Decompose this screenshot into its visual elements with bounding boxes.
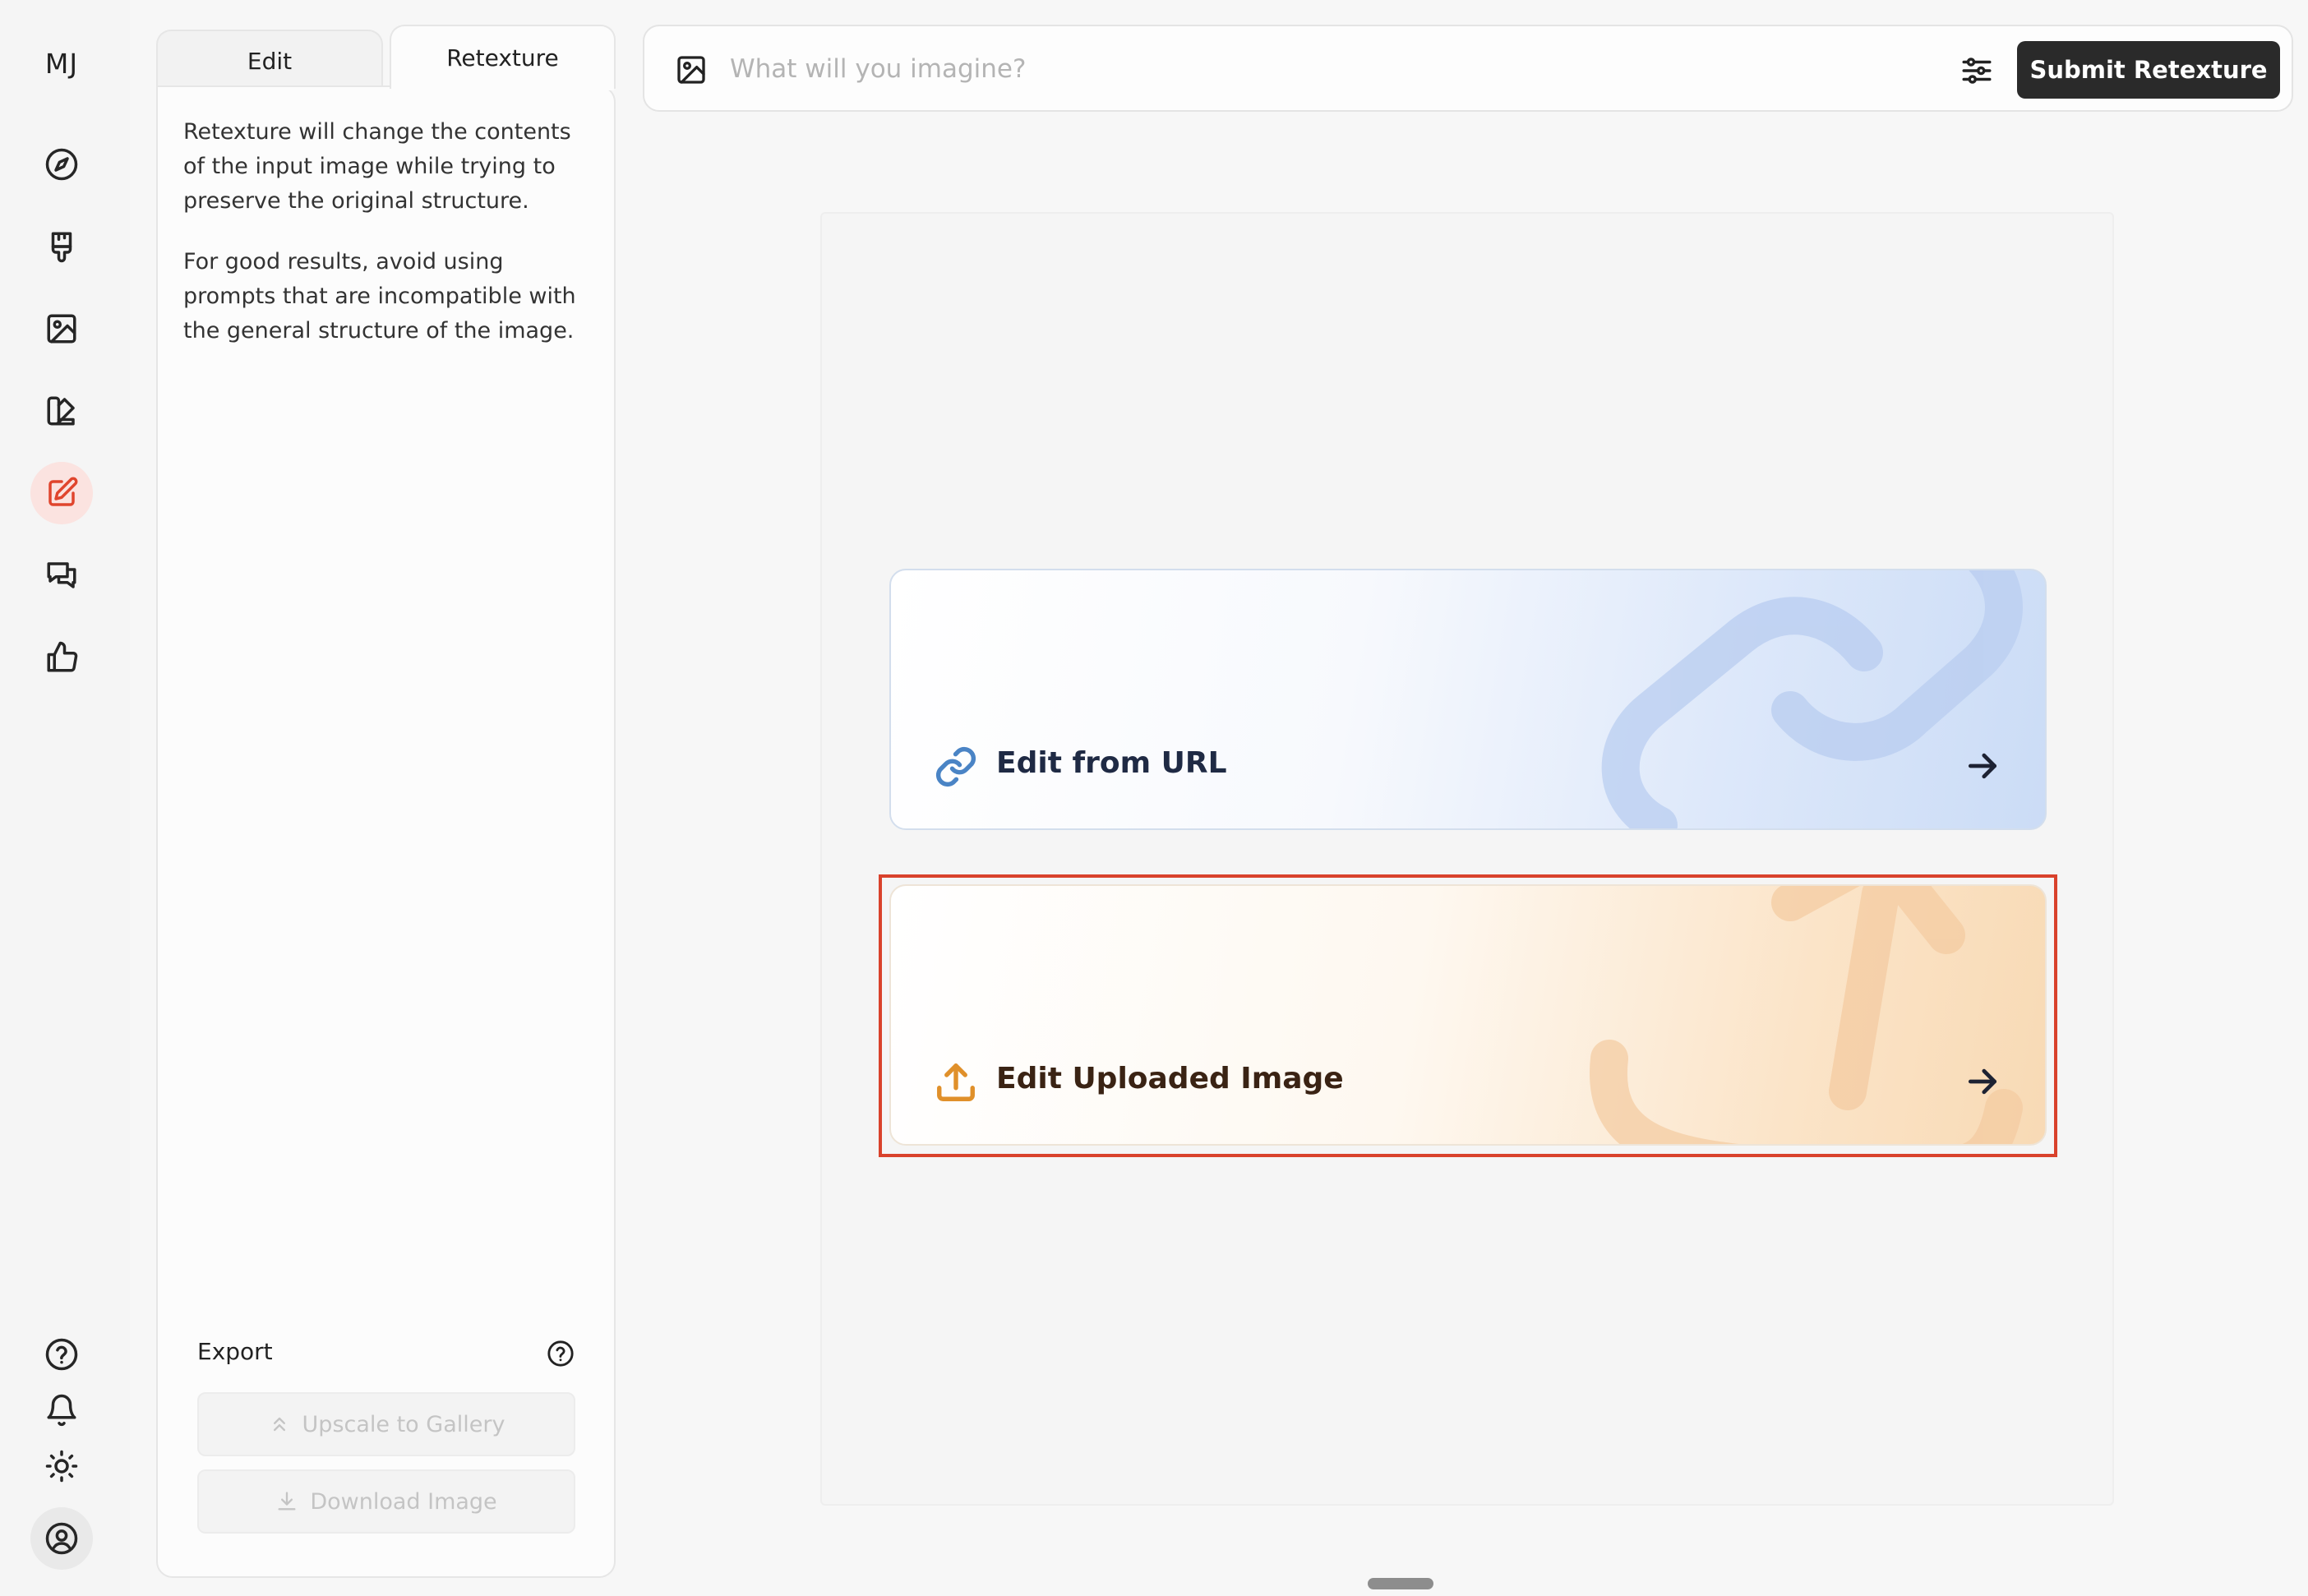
help-icon[interactable] bbox=[30, 1323, 93, 1386]
upload-decoration bbox=[1589, 886, 2023, 1144]
upscale-label: Upscale to Gallery bbox=[302, 1411, 505, 1437]
add-image-icon[interactable] bbox=[675, 53, 708, 86]
edit-uploaded-image-card[interactable]: Edit Uploaded Image bbox=[889, 884, 2047, 1146]
upload-icon bbox=[934, 1060, 978, 1105]
left-rail: MJ bbox=[0, 0, 130, 1596]
chat-bubbles-icon[interactable] bbox=[30, 544, 93, 607]
settings-sliders-icon[interactable] bbox=[1959, 53, 1994, 88]
download-image-button[interactable]: Download Image bbox=[197, 1469, 575, 1534]
upscale-to-gallery-button[interactable]: Upscale to Gallery bbox=[197, 1392, 575, 1456]
app-logo[interactable]: MJ bbox=[0, 48, 123, 80]
edit-uploaded-image-label: Edit Uploaded Image bbox=[996, 1062, 1344, 1096]
export-label: Export bbox=[197, 1338, 273, 1365]
double-chevron-up-icon bbox=[273, 1417, 285, 1432]
edit-icon[interactable] bbox=[30, 462, 93, 524]
paintbrush-icon[interactable] bbox=[30, 215, 93, 278]
arrow-right-icon bbox=[1964, 1063, 2001, 1100]
download-label: Download Image bbox=[310, 1488, 497, 1515]
image-icon[interactable] bbox=[30, 298, 93, 360]
download-icon bbox=[278, 1492, 296, 1511]
export-help-icon[interactable] bbox=[547, 1340, 575, 1368]
tab-edit[interactable]: Edit bbox=[156, 30, 383, 90]
palette-icon[interactable] bbox=[30, 380, 93, 442]
arrow-right-icon bbox=[1964, 748, 2001, 784]
tab-connector bbox=[391, 82, 614, 90]
sun-icon[interactable] bbox=[30, 1435, 93, 1497]
canvas-area bbox=[820, 212, 2114, 1506]
retexture-description: Retexture will change the contents of th… bbox=[183, 119, 571, 214]
link-decoration bbox=[1601, 570, 2023, 828]
prompt-bar: Submit Retexture bbox=[643, 25, 2293, 112]
edit-from-url-label: Edit from URL bbox=[996, 746, 1227, 780]
prompt-input[interactable] bbox=[730, 48, 1716, 90]
link-icon bbox=[934, 745, 978, 789]
thumbs-up-icon[interactable] bbox=[30, 626, 93, 689]
bell-icon[interactable] bbox=[30, 1379, 93, 1441]
retexture-tip: For good results, avoid using prompts th… bbox=[183, 249, 576, 344]
edit-from-url-card[interactable]: Edit from URL bbox=[889, 569, 2047, 830]
user-circle-icon[interactable] bbox=[30, 1507, 93, 1570]
submit-retexture-button[interactable]: Submit Retexture bbox=[2017, 41, 2280, 99]
resize-handle[interactable] bbox=[1368, 1578, 1433, 1589]
tab-retexture[interactable]: Retexture bbox=[390, 25, 616, 89]
compass-icon[interactable] bbox=[30, 133, 93, 196]
